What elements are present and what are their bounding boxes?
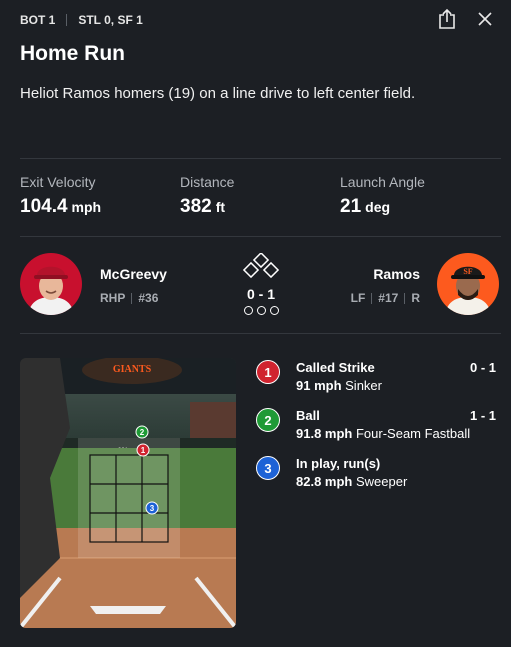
batter-name[interactable]: Ramos [373, 266, 420, 282]
stat-unit: ft [215, 199, 226, 215]
stat-label: Exit Velocity [20, 174, 96, 190]
field-graphic: GIANTS 391 2 1 3 [20, 358, 236, 628]
svg-text:SF: SF [463, 267, 472, 276]
divider [404, 292, 406, 304]
outs-indicator [236, 306, 286, 315]
share-icon [439, 8, 455, 29]
section-divider [20, 333, 501, 334]
stat-value: 21 [340, 196, 362, 217]
pitch-number-badge: 2 [256, 408, 280, 432]
pitch-marker-3[interactable]: 3 [145, 501, 159, 515]
pitcher-meta: RHP #36 [100, 291, 158, 305]
pitch-count: 0 - 1 [469, 360, 496, 375]
pitcher-avatar[interactable] [20, 253, 82, 315]
strike-zone [89, 454, 169, 543]
svg-text:2: 2 [140, 428, 145, 437]
batter-meta: LF #17 R [351, 291, 420, 305]
out-dot [243, 306, 253, 315]
at-bat-status: 0 - 1 [236, 251, 286, 315]
pitch-speed: 82.8 mph [296, 474, 353, 489]
svg-text:1: 1 [141, 446, 146, 455]
pitch-speed: 91 mph [296, 378, 342, 393]
section-divider [20, 158, 501, 159]
game-status-bar: BOT 1 STL 0, SF 1 [20, 12, 143, 28]
stat-distance: Distance 382 ft [180, 174, 234, 218]
sign-text: GIANTS [113, 364, 152, 375]
stands [190, 402, 236, 442]
score-label: STL 0, SF 1 [78, 13, 143, 27]
pitch-detail: 91.8 mph Four-Seam Fastball [296, 426, 470, 441]
share-button[interactable] [433, 6, 461, 32]
pitch-type: Sweeper [355, 474, 408, 489]
header-actions [433, 6, 499, 32]
pitch-result: Ball [296, 408, 320, 423]
pitch-result: Called Strike [296, 360, 375, 375]
pitch-number-badge: 1 [256, 360, 280, 384]
pitch-marker-1[interactable]: 1 [136, 443, 150, 457]
pitcher-position: RHP [100, 291, 126, 305]
divider [371, 292, 373, 304]
pitch-detail: 82.8 mph Sweeper [296, 474, 407, 489]
batter-headshot: SF [437, 253, 499, 315]
section-divider [20, 236, 501, 237]
ball-strike-count: 0 - 1 [246, 286, 275, 302]
close-icon [478, 12, 492, 26]
stat-launch-angle: Launch Angle 21 deg [340, 174, 425, 218]
pitch-type: Sinker [345, 378, 382, 393]
out-dot [269, 306, 279, 315]
pitch-marker-2[interactable]: 2 [135, 425, 149, 439]
pitcher-number: #36 [138, 291, 159, 305]
pitcher-headshot [20, 253, 82, 315]
pitch-detail: 91 mph Sinker [296, 378, 382, 393]
batter-position: LF [350, 291, 366, 305]
batter-number: #17 [378, 291, 399, 305]
pitch-type: Four-Seam Fastball [355, 426, 471, 441]
out-dot [256, 306, 266, 315]
pitch-number-badge: 3 [256, 456, 280, 480]
pitcher-name[interactable]: McGreevy [100, 266, 167, 282]
pitch-count: 1 - 1 [469, 408, 496, 423]
stat-value: 382 [180, 196, 212, 217]
stat-label: Distance [180, 174, 235, 190]
play-title: Home Run [20, 42, 125, 65]
batter-bats: R [411, 291, 420, 305]
play-description: Heliot Ramos homers (19) on a line drive… [20, 85, 416, 102]
divider [66, 14, 68, 26]
stat-unit: mph [71, 199, 102, 215]
stat-label: Launch Angle [340, 174, 425, 190]
pitch-speed: 91.8 mph [296, 426, 353, 441]
close-button[interactable] [471, 6, 499, 32]
divider [131, 292, 133, 304]
inning-label: BOT 1 [20, 13, 56, 27]
bases-icon [242, 251, 280, 279]
pitch-location-view: GIANTS 391 2 1 3 [20, 358, 236, 628]
stat-exit-velocity: Exit Velocity 104.4 mph [20, 174, 101, 218]
stat-unit: deg [365, 199, 391, 215]
batter-avatar[interactable]: SF [437, 253, 499, 315]
stat-value: 104.4 [20, 196, 68, 217]
pitch-result: In play, run(s) [296, 456, 381, 471]
home-plate [90, 606, 166, 614]
svg-text:3: 3 [150, 504, 155, 513]
